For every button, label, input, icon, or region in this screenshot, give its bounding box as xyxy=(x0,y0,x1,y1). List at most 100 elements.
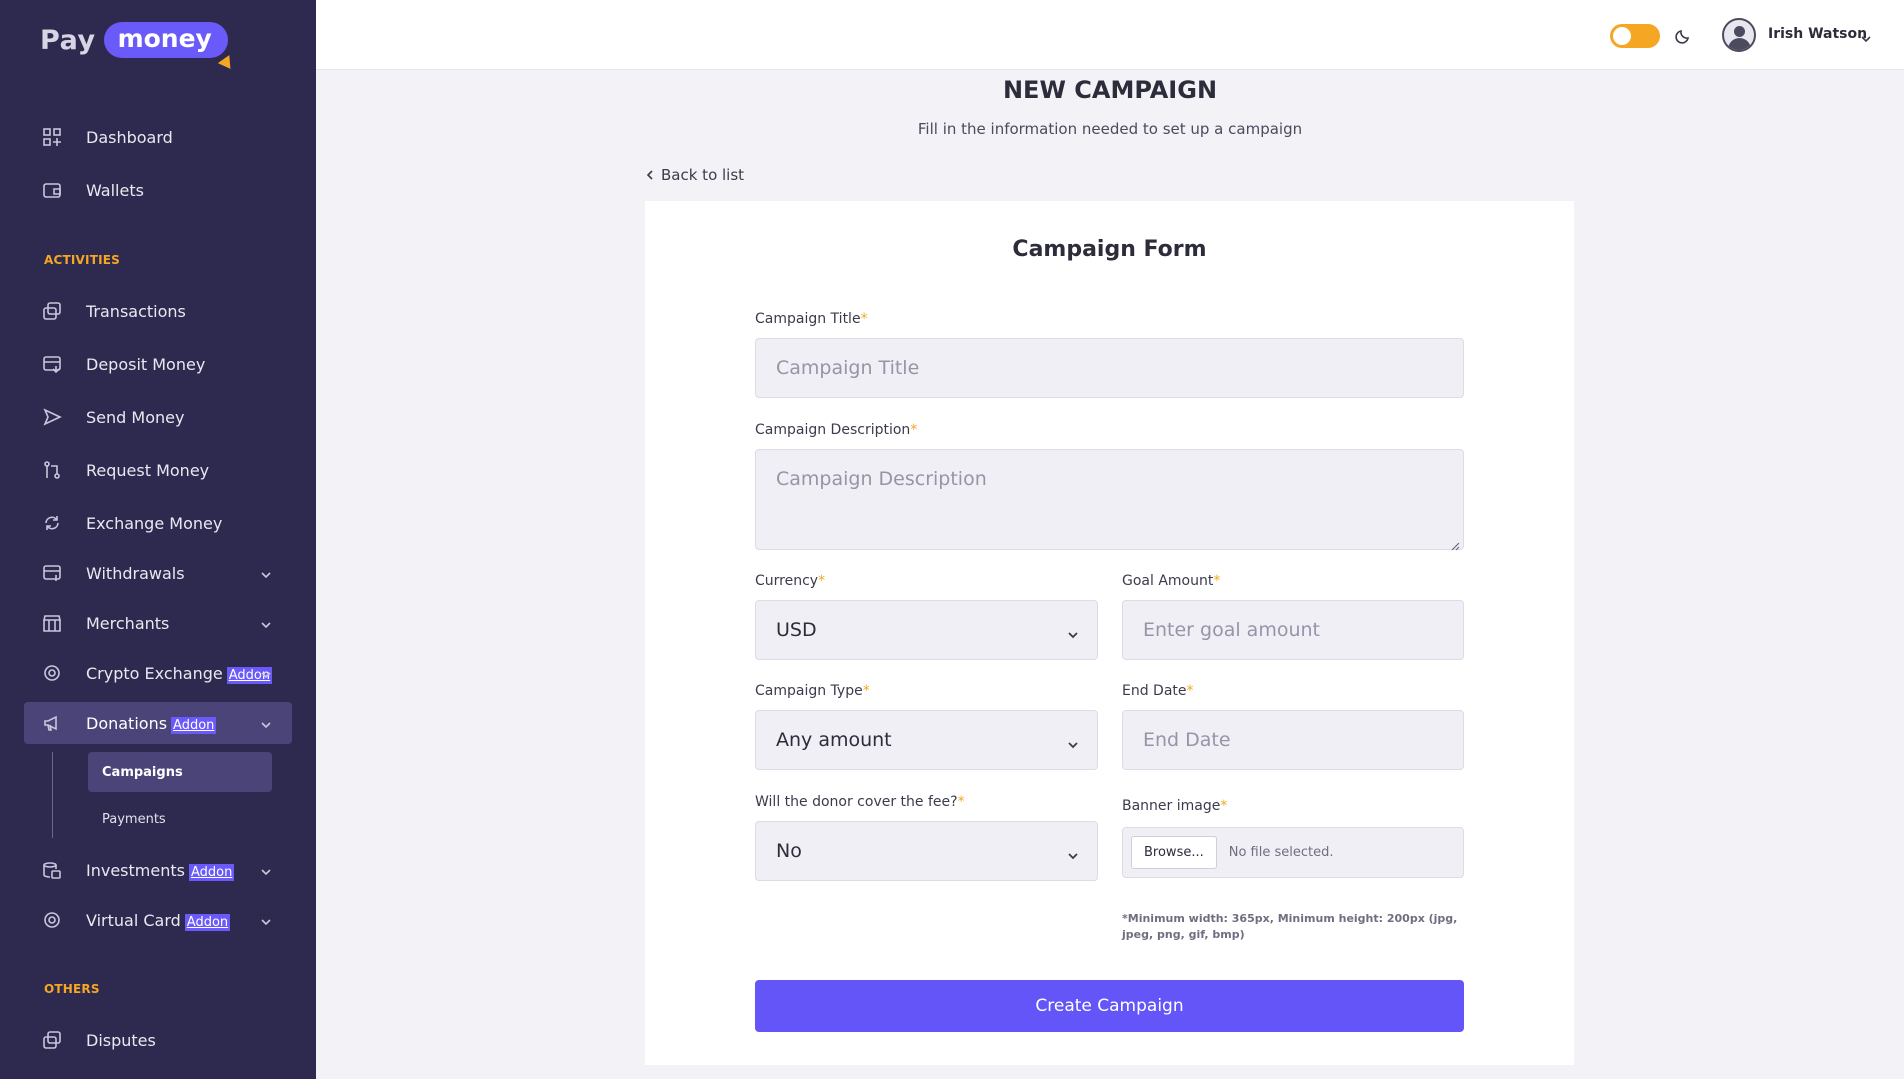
sidebar-item-label: Dashboard xyxy=(86,127,173,147)
transactions-icon xyxy=(42,301,62,321)
sidebar-item-donations[interactable]: Donations Addon xyxy=(24,702,292,744)
end-date-label: End Date* xyxy=(1122,683,1194,699)
sidebar-item-label: Virtual Card Addon xyxy=(86,910,231,931)
currency-select[interactable]: USD xyxy=(755,600,1098,660)
section-title-others: OTHERS xyxy=(44,982,100,996)
exchange-icon xyxy=(42,513,62,533)
logo-money-text: money xyxy=(103,22,237,73)
campaign-description-textarea[interactable]: Campaign Description xyxy=(755,449,1464,551)
banner-image-file-input[interactable]: Browse... No file selected. xyxy=(1122,827,1464,878)
moon-icon[interactable] xyxy=(1674,27,1692,45)
required-mark: * xyxy=(957,794,965,810)
send-icon xyxy=(42,407,62,427)
back-to-list-link[interactable]: Back to list xyxy=(645,166,744,184)
required-mark: * xyxy=(862,683,870,699)
avatar[interactable] xyxy=(1722,18,1756,52)
campaign-type-select[interactable]: Any amount xyxy=(755,710,1098,770)
sidebar-item-crypto-exchange[interactable]: Crypto Exchange Addon xyxy=(24,652,292,694)
theme-toggle[interactable] xyxy=(1610,24,1660,48)
required-mark: * xyxy=(1213,573,1221,589)
donor-fee-label: Will the donor cover the fee?* xyxy=(755,794,965,810)
investments-icon xyxy=(42,860,62,880)
section-title-activities: ACTIVITIES xyxy=(44,253,120,267)
sidebar-item-label: Donations Addon xyxy=(86,713,217,734)
donor-fee-select[interactable]: No xyxy=(755,821,1098,881)
create-campaign-button[interactable]: Create Campaign xyxy=(755,980,1464,1032)
required-mark: * xyxy=(1186,683,1194,699)
sidebar-item-request-money[interactable]: Request Money xyxy=(24,449,292,491)
sidebar-item-wallets[interactable]: Wallets xyxy=(24,169,292,211)
sidebar-item-label: Exchange Money xyxy=(86,513,223,533)
chevron-down-icon xyxy=(260,666,272,679)
sidebar-item-label: Crypto Exchange Addon xyxy=(86,663,273,684)
sidebar-item-withdrawals[interactable]: Withdrawals xyxy=(24,552,292,594)
dashboard-icon xyxy=(42,127,62,147)
wallet-icon xyxy=(42,180,62,200)
merchants-icon xyxy=(42,613,62,633)
submenu-divider xyxy=(52,752,53,838)
chevron-down-icon xyxy=(260,863,272,876)
sidebar-item-label: Transactions xyxy=(86,301,186,321)
required-mark: * xyxy=(910,422,918,438)
file-status: No file selected. xyxy=(1228,845,1334,860)
required-mark: * xyxy=(818,573,826,589)
addon-badge: Addon xyxy=(188,863,235,881)
chevron-left-icon xyxy=(646,170,653,180)
goal-amount-input[interactable]: Enter goal amount xyxy=(1122,600,1464,660)
sidebar-item-label: Disputes xyxy=(86,1030,156,1050)
topbar: Irish Watson xyxy=(316,0,1904,70)
sidebar-subitem-campaigns[interactable]: Campaigns xyxy=(88,752,272,792)
resize-handle-icon[interactable] xyxy=(1448,534,1460,551)
sidebar-item-exchange-money[interactable]: Exchange Money xyxy=(24,502,292,544)
disputes-icon xyxy=(42,1030,62,1050)
page-title: NEW CAMPAIGN xyxy=(1002,76,1218,104)
banner-image-hint: *Minimum width: 365px, Minimum height: 2… xyxy=(1122,912,1458,941)
chevron-down-icon xyxy=(1067,845,1079,860)
back-link-label: Back to list xyxy=(661,166,745,184)
sidebar-item-virtual-card[interactable]: Virtual Card Addon xyxy=(24,899,292,941)
chevron-down-icon xyxy=(260,616,272,629)
chevron-down-icon xyxy=(260,716,272,729)
sidebar-item-investments[interactable]: Investments Addon xyxy=(24,849,292,891)
sidebar-item-label: Merchants xyxy=(86,613,170,633)
end-date-input[interactable]: End Date xyxy=(1122,710,1464,770)
sidebar-item-transactions[interactable]: Transactions xyxy=(24,290,292,332)
sidebar: Pay money Dashboard Wallets ACTIVITIES T… xyxy=(0,0,316,1079)
sidebar-subitem-payments[interactable]: Payments xyxy=(88,799,272,839)
sidebar-item-label: Deposit Money xyxy=(86,354,206,374)
sidebar-item-disputes[interactable]: Disputes xyxy=(24,1019,292,1061)
sidebar-item-dashboard[interactable]: Dashboard xyxy=(24,116,292,158)
virtual-card-icon xyxy=(42,910,62,930)
form-title: Campaign Form xyxy=(1012,237,1207,262)
browse-button[interactable]: Browse... xyxy=(1131,836,1217,869)
crypto-icon xyxy=(42,663,62,683)
logo-pay-text: Pay xyxy=(40,24,96,56)
campaign-title-input[interactable]: Campaign Title xyxy=(755,338,1464,398)
chevron-down-icon xyxy=(260,566,272,579)
chevron-down-icon xyxy=(260,913,272,926)
request-icon xyxy=(42,460,62,480)
sidebar-item-merchants[interactable]: Merchants xyxy=(24,602,292,644)
megaphone-icon xyxy=(42,713,62,733)
banner-image-label: Banner image* xyxy=(1122,798,1228,814)
sidebar-item-label: Withdrawals xyxy=(86,563,185,583)
deposit-icon xyxy=(42,354,62,374)
campaign-title-label: Campaign Title* xyxy=(755,311,868,327)
campaign-description-label: Campaign Description* xyxy=(755,422,918,438)
sidebar-item-label: Request Money xyxy=(86,460,210,480)
addon-badge: Addon xyxy=(184,913,231,931)
campaign-type-label: Campaign Type* xyxy=(755,683,870,699)
user-name[interactable]: Irish Watson xyxy=(1768,26,1867,42)
currency-label: Currency* xyxy=(755,573,826,589)
chevron-down-icon xyxy=(1067,624,1079,639)
required-mark: * xyxy=(1220,798,1228,814)
goal-amount-label: Goal Amount* xyxy=(1122,573,1221,589)
sidebar-item-label: Send Money xyxy=(86,407,185,427)
sidebar-item-send-money[interactable]: Send Money xyxy=(24,396,292,438)
logo-cursor-icon xyxy=(217,55,237,73)
chevron-down-icon[interactable] xyxy=(1860,30,1872,43)
toggle-knob xyxy=(1613,27,1631,45)
withdrawals-icon xyxy=(42,563,62,583)
logo[interactable]: Pay money xyxy=(40,20,237,73)
sidebar-item-deposit-money[interactable]: Deposit Money xyxy=(24,343,292,385)
